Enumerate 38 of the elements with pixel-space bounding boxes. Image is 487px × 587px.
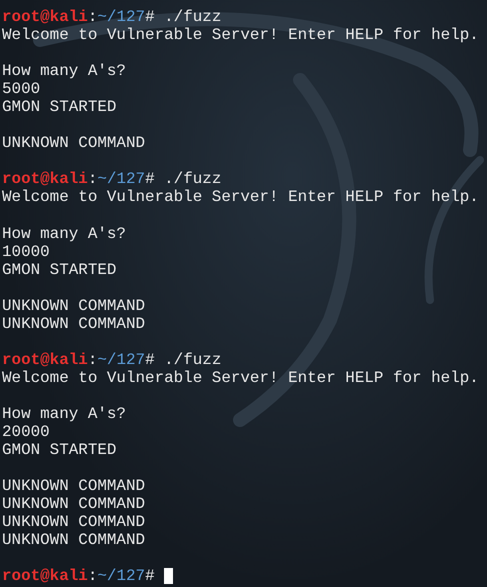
prompt-user-host: root@kali — [2, 350, 88, 369]
prompt-separator: : — [88, 350, 98, 369]
prompt-symbol: # — [145, 350, 155, 369]
output-line: 10000 — [2, 242, 50, 261]
output-line: Welcome to Vulnerable Server! Enter HELP for help. — [2, 26, 479, 44]
command-text: ./fuzz — [163, 350, 222, 369]
prompt-symbol: # — [145, 8, 155, 26]
output-line: UNKNOWN COMMAND — [2, 495, 146, 514]
output-line: UNKNOWN COMMAND — [2, 314, 146, 333]
prompt-separator: : — [88, 567, 98, 586]
output-line: UNKNOWN COMMAND — [2, 477, 146, 496]
output-line: GMON STARTED — [2, 260, 116, 279]
prompt-user-host: root@kali — [2, 170, 88, 188]
command-text: ./fuzz — [163, 8, 222, 26]
prompt-symbol: # — [145, 170, 155, 188]
prompt-path: ~/127 — [97, 170, 146, 188]
prompt-path: ~/127 — [97, 8, 146, 26]
output-line: Welcome to Vulnerable Server! Enter HELP for help. — [2, 188, 479, 207]
output-line: 20000 — [2, 423, 50, 442]
prompt-separator: : — [88, 170, 98, 188]
output-line: How many A's? — [2, 224, 126, 243]
prompt-path: ~/127 — [97, 567, 146, 586]
output-line: Welcome to Vulnerable Server! Enter HELP for help. — [2, 368, 479, 387]
output-line: UNKNOWN COMMAND — [2, 513, 146, 532]
output-line: UNKNOWN COMMAND — [2, 531, 146, 550]
output-line: UNKNOWN COMMAND — [2, 134, 146, 152]
prompt-path: ~/127 — [97, 350, 146, 369]
command-text: ./fuzz — [163, 170, 222, 188]
output-line: GMON STARTED — [2, 98, 116, 116]
prompt-symbol: # — [145, 567, 155, 586]
output-line: UNKNOWN COMMAND — [2, 296, 146, 315]
output-line: How many A's? — [2, 62, 126, 80]
output-line: 5000 — [2, 80, 40, 98]
output-line: GMON STARTED — [2, 441, 116, 460]
prompt-separator: : — [88, 8, 98, 26]
prompt-user-host: root@kali — [2, 567, 88, 586]
output-line: How many A's? — [2, 405, 126, 424]
prompt-user-host: root@kali — [2, 8, 88, 26]
